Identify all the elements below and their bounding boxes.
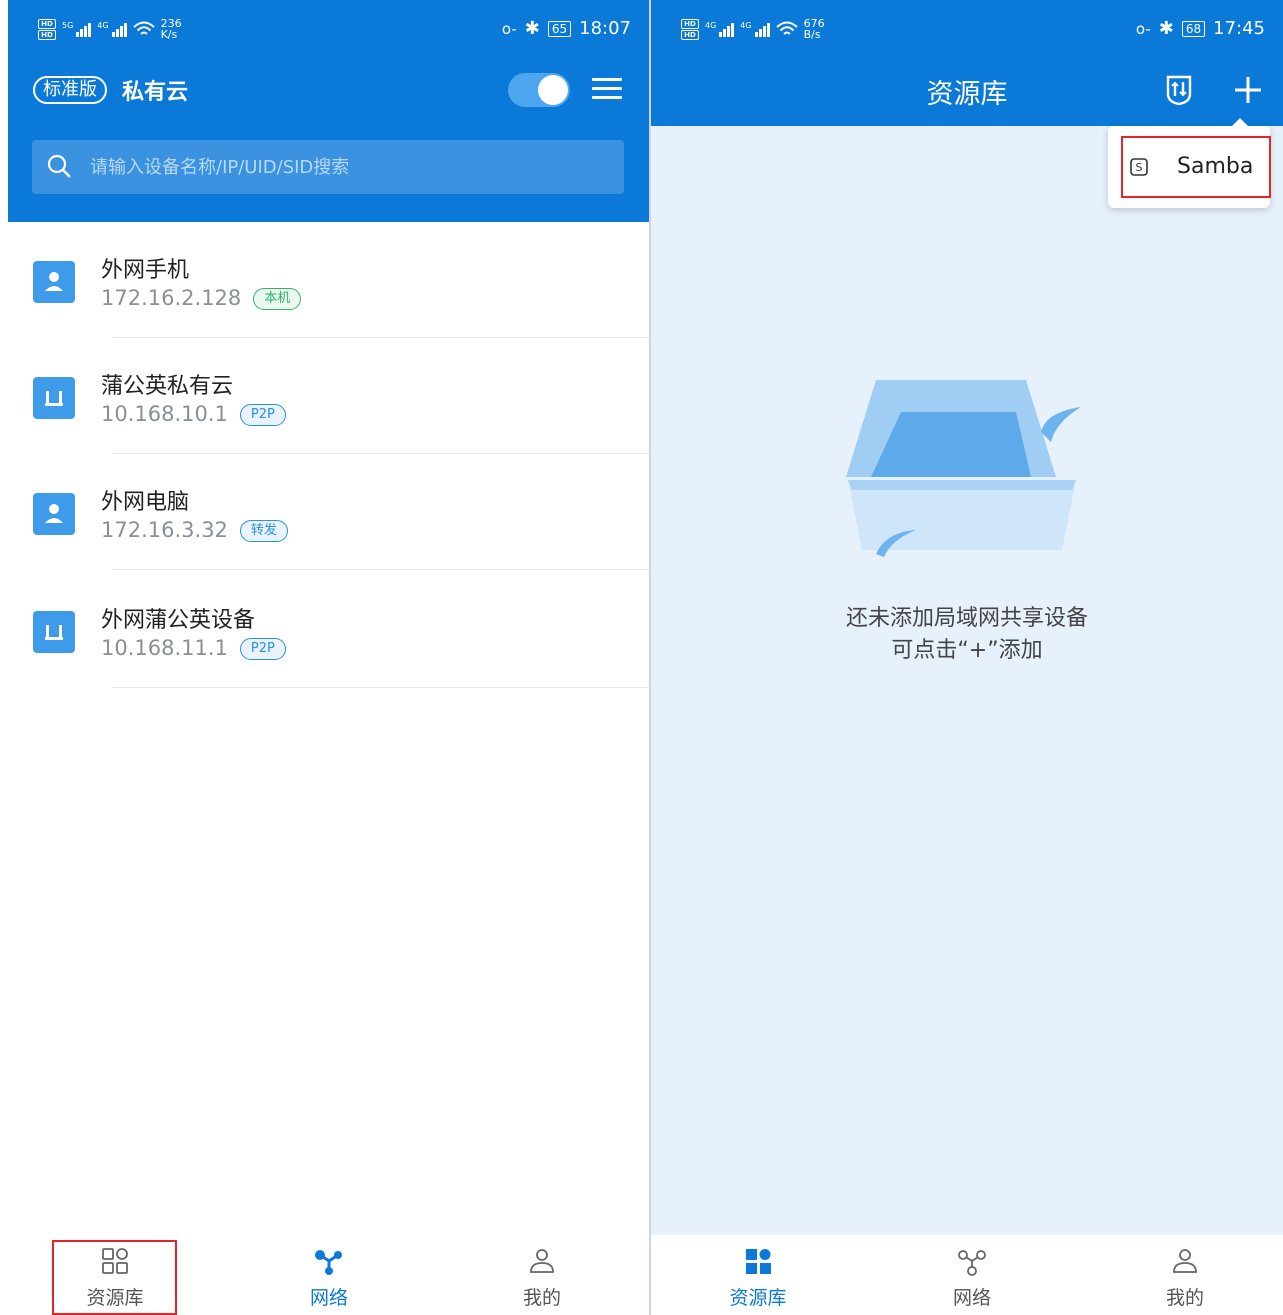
network-screen: HD HD 5G 4G 236 K/s o- ✱ 65 18:07 标准版 私有云 … <box>8 0 649 1315</box>
empty-box-illustration <box>846 380 1081 557</box>
signal-icon: 4G <box>740 21 770 37</box>
hd-icon: HD HD <box>38 18 56 40</box>
device-tag: 转发 <box>239 520 288 542</box>
connection-toggle[interactable] <box>508 73 570 107</box>
device-name: 外网手机 <box>101 258 190 283</box>
user-icon <box>530 1249 554 1273</box>
device-tag: P2P <box>239 638 286 660</box>
tab-label: 网络 <box>309 1287 348 1309</box>
status-time: 17:45 <box>1213 18 1265 39</box>
bluetooth-icon: ✱ <box>524 18 540 39</box>
search-bar[interactable] <box>32 140 624 194</box>
divider <box>113 569 649 570</box>
key-icon: o- <box>501 19 517 38</box>
network-icon <box>315 1250 342 1275</box>
router-icon <box>33 377 75 419</box>
resources-screen: HD HD 4G 4G 676 B/s o- ✱ 68 17:45 资源库 S Sa… <box>651 0 1283 1315</box>
tab-resources[interactable]: 资源库 <box>678 1235 838 1315</box>
page-title: 私有云 <box>122 80 189 105</box>
resources-header: HD HD 4G 4G 676 B/s o- ✱ 68 17:45 资源库 <box>651 0 1283 126</box>
device-name: 蒲公英私有云 <box>101 374 234 399</box>
net-speed-unit: B/s <box>803 28 821 41</box>
person-icon <box>33 261 75 303</box>
device-item[interactable]: 外网手机 172.16.2.128 本机 <box>8 222 649 338</box>
device-ip: 172.16.3.32 <box>101 518 228 542</box>
empty-state-title: 还未添加局域网共享设备 <box>845 606 1088 631</box>
divider <box>113 687 649 688</box>
highlight-box <box>1121 136 1271 198</box>
wifi-icon <box>132 21 155 35</box>
device-item[interactable]: 蒲公英私有云 10.168.10.1 P2P <box>8 338 649 454</box>
user-icon <box>1173 1249 1197 1273</box>
status-bar: HD HD 5G 4G 236 K/s o- ✱ 65 18:07 <box>8 12 649 52</box>
device-item[interactable]: 外网蒲公英设备 10.168.11.1 P2P <box>8 572 649 688</box>
device-name: 外网蒲公英设备 <box>101 608 256 633</box>
add-icon[interactable] <box>1233 75 1263 105</box>
network-header: HD HD 5G 4G 236 K/s o- ✱ 65 18:07 标准版 私有云 <box>8 0 649 222</box>
status-bar: HD HD 4G 4G 676 B/s o- ✱ 68 17:45 <box>651 12 1283 52</box>
device-tag: 本机 <box>253 288 302 310</box>
search-input[interactable] <box>90 140 610 194</box>
wifi-icon <box>775 21 798 35</box>
device-ip: 10.168.10.1 <box>101 402 228 426</box>
key-icon: o- <box>1135 19 1151 38</box>
device-name: 外网电脑 <box>101 490 190 515</box>
router-icon <box>33 611 75 653</box>
net-speed-unit: K/s <box>160 28 178 41</box>
menu-icon[interactable] <box>592 74 622 104</box>
network-icon <box>958 1250 986 1276</box>
tab-label: 资源库 <box>729 1287 787 1309</box>
tab-label: 我的 <box>522 1287 561 1309</box>
device-ip: 10.168.11.1 <box>101 636 228 660</box>
toggle-knob <box>538 75 568 105</box>
device-ip: 172.16.2.128 <box>101 286 242 310</box>
transfer-icon[interactable] <box>1162 72 1196 106</box>
device-item[interactable]: 外网电脑 172.16.3.32 转发 <box>8 454 649 570</box>
status-time: 18:07 <box>579 18 631 39</box>
signal-icon: 5G <box>62 21 92 37</box>
search-icon <box>47 154 71 178</box>
empty-state-hint: 可点击“+”添加 <box>891 638 1043 663</box>
tab-label: 我的 <box>1165 1287 1204 1309</box>
tab-network[interactable]: 网络 <box>249 1235 409 1315</box>
signal-icon: 4G <box>97 21 127 37</box>
tab-network[interactable]: 网络 <box>892 1235 1052 1315</box>
device-tag: P2P <box>239 404 286 426</box>
person-icon <box>33 493 75 535</box>
bottom-nav: 资源库 网络 我的 <box>651 1235 1283 1315</box>
battery-icon: 68 <box>1181 20 1206 37</box>
hd-icon: HD HD <box>681 18 699 40</box>
edition-badge: 标准版 <box>33 76 107 104</box>
tab-label: 网络 <box>952 1287 991 1309</box>
signal-icon: 4G <box>705 21 735 37</box>
tab-mine[interactable]: 我的 <box>462 1235 622 1315</box>
tab-mine[interactable]: 我的 <box>1105 1235 1265 1315</box>
grid-icon <box>746 1249 771 1274</box>
bluetooth-icon: ✱ <box>1158 18 1174 39</box>
highlight-box <box>52 1240 177 1315</box>
battery-icon: 65 <box>547 20 572 37</box>
